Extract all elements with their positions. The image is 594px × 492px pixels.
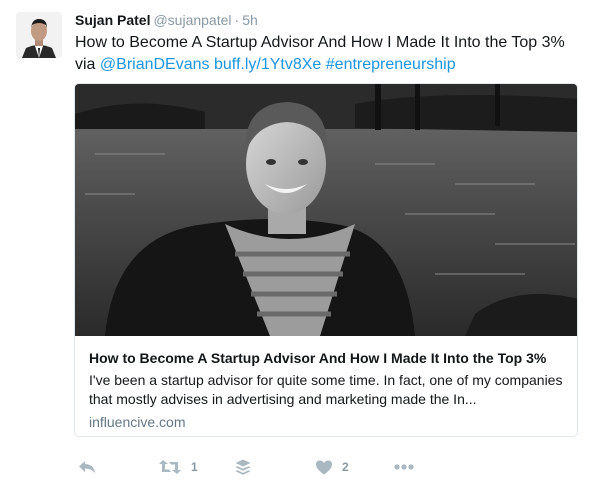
author-name[interactable]: Sujan Patel [75, 12, 150, 28]
like-count: 2 [342, 460, 349, 474]
card-domain: influencive.com [89, 414, 186, 430]
hashtag-link[interactable]: #entrepreneurship [326, 56, 456, 73]
via-label: via [75, 56, 96, 73]
author-handle[interactable]: @sujanpatel [153, 12, 231, 28]
retweet-count: 1 [191, 460, 198, 474]
reply-icon [79, 461, 95, 473]
more-button[interactable] [394, 456, 414, 478]
tweet-header: Sujan Patel @sujanpatel · 5h [75, 11, 258, 29]
timestamp[interactable]: 5h [242, 12, 258, 28]
buffer-button[interactable] [235, 456, 251, 478]
action-bar: 1 2 [74, 456, 494, 478]
more-icon [394, 464, 414, 470]
reply-button[interactable] [78, 456, 96, 478]
card-title[interactable]: How to Become A Startup Advisor And How … [89, 349, 565, 367]
retweet-icon [159, 460, 181, 474]
separator: · [234, 12, 240, 28]
tweet-text-line: How to Become A Startup Advisor And How … [75, 34, 565, 51]
card-description: I've been a startup advisor for quite so… [89, 372, 563, 407]
retweet-button[interactable]: 1 [159, 456, 198, 478]
mention-link[interactable]: @BrianDEvans [100, 56, 210, 73]
heart-icon [316, 460, 332, 474]
card-image[interactable] [75, 84, 578, 336]
avatar[interactable] [16, 12, 62, 58]
tweet[interactable]: Sujan Patel @sujanpatel · 5h How to Become … [0, 0, 594, 492]
buffer-icon [235, 459, 251, 475]
avatar-image [16, 12, 62, 58]
link-card[interactable]: How to Become A Startup Advisor And How … [74, 83, 578, 437]
card-body: How to Become A Startup Advisor And How … [75, 336, 577, 431]
tweet-text: How to Become A Startup Advisor And How … [75, 32, 580, 76]
short-link[interactable]: buff.ly/1Ytv8Xe [214, 56, 321, 73]
like-button[interactable]: 2 [316, 456, 349, 478]
